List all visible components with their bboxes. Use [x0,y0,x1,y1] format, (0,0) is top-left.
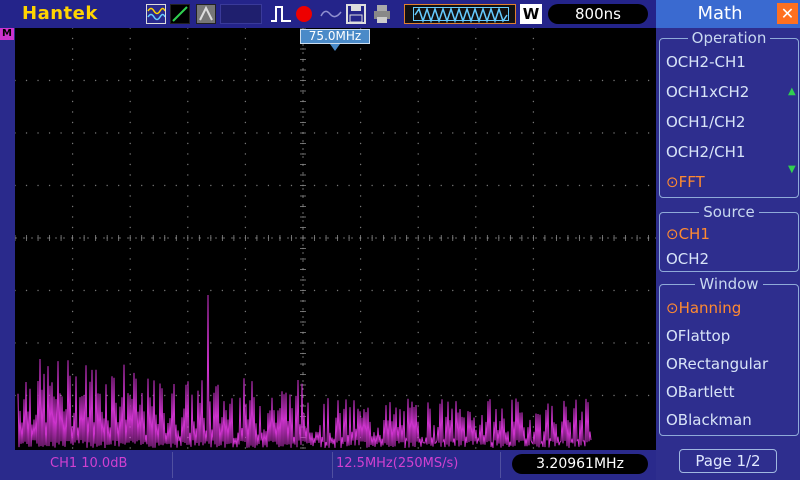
acquire-mode-icon[interactable] [320,6,342,23]
memory-window-frame [413,7,509,21]
operation-option-ch1-ch2[interactable]: OCH1/CH2 [666,113,745,131]
window-group: Window ⊙Hanning OFlattop ORectangular OBart… [659,275,799,436]
trigger-edge-icon[interactable] [270,3,292,25]
save-icon[interactable] [346,4,366,24]
top-toolbar: Hantek W 800ns [0,0,656,28]
window-option-rectangular[interactable]: ORectangular [666,355,768,373]
waveform-display [14,27,656,450]
operation-option-fft[interactable]: ⊙FFT [666,173,705,191]
source-group: Source ⊙CH1 OCH2 [659,203,799,272]
record-icon[interactable] [296,6,312,22]
operation-group: Operation OCH2-CH1 OCH1xCH2 OCH1/CH2 OCH2/C… [659,29,799,198]
window-option-hanning[interactable]: ⊙Hanning [666,299,741,317]
window-option-blackman[interactable]: OBlackman [666,411,752,429]
status-divider [500,452,501,478]
math-channel-marker[interactable]: M [0,28,14,40]
frequency-counter: 3.20961MHz [512,454,648,474]
source-option-ch1[interactable]: ⊙CH1 [666,225,710,243]
fft-trace [17,294,592,449]
menu-title-text: Math [697,3,743,24]
page-button[interactable]: Page 1/2 [679,449,777,473]
source-option-ch2[interactable]: OCH2 [666,250,709,268]
math-menu-panel: Math ✕ Operation OCH2-CH1 OCH1xCH2 OCH1/CH… [656,0,800,480]
print-icon[interactable] [372,4,392,24]
sample-rate-status: 12.5MHz(250MS/s) [336,456,459,471]
display-mode-icon[interactable] [220,4,262,24]
operation-option-ch2-ch1[interactable]: OCH2/CH1 [666,143,745,161]
window-option-flattop[interactable]: OFlattop [666,327,730,345]
frequency-marker-arrow [330,44,340,51]
persistence-icon[interactable] [196,4,216,24]
vector-line-icon[interactable] [170,4,190,24]
scroll-down-icon[interactable]: ▼ [788,164,796,175]
window-badge: W [520,4,542,24]
operation-option-ch1xch2[interactable]: OCH1xCH2 [666,83,749,101]
memory-window-bar[interactable] [404,4,516,24]
operation-option-ch2-ch1[interactable]: OCH2-CH1 [666,53,746,71]
status-divider [172,452,173,478]
scroll-up-icon[interactable]: ▲ [788,86,796,97]
source-label: Source [660,203,798,221]
status-divider [332,452,333,478]
window-label: Window [660,275,798,293]
close-icon[interactable]: ✕ [777,3,798,24]
frequency-marker[interactable]: 75.0MHz [300,29,370,44]
timebase-readout: 800ns [548,4,648,24]
operation-label: Operation [660,29,798,47]
window-option-bartlett[interactable]: OBartlett [666,383,735,401]
waveform-icon[interactable] [146,4,166,24]
ch1-scale-status: CH1 10.0dB [50,456,128,471]
brand-logo: Hantek [22,3,98,24]
scope-graticule [14,27,656,450]
